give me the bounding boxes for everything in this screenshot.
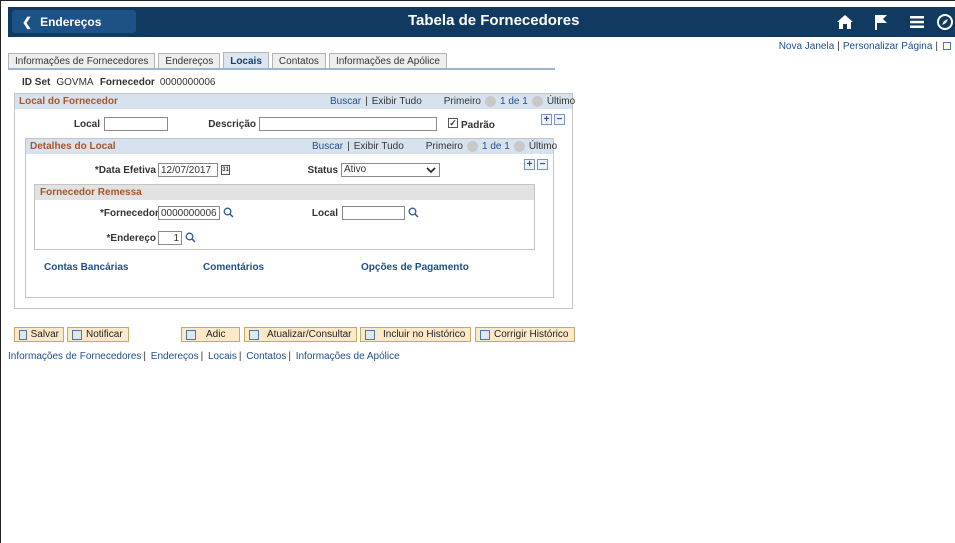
bottom-link-policy-info[interactable]: Informações de Apólice	[296, 351, 400, 362]
view-all-link[interactable]: Exibir Tudo	[372, 96, 422, 107]
tab-contacts[interactable]: Contatos	[271, 53, 326, 69]
vendor-location-nav: Buscar | Exibir Tudo Primeiro 1 de 1 Últ…	[330, 96, 576, 107]
tab-vendor-info[interactable]: Informações de Fornecedores	[8, 53, 156, 69]
prev-arrow-icon[interactable]	[485, 96, 496, 107]
grid-icon[interactable]	[943, 42, 951, 51]
next-arrow-icon[interactable]	[531, 96, 543, 107]
local-lookup-icon[interactable]	[408, 207, 419, 218]
personalize-page-link[interactable]: Personalizar Página	[843, 41, 933, 52]
tab-addresses[interactable]: Endereços	[158, 53, 221, 69]
tab-policy-info[interactable]: Informações de Apólice	[328, 53, 447, 69]
location-details-title: Detalhes do Local	[30, 141, 116, 152]
vendor-id-label: Fornecedor	[99, 77, 155, 88]
add-icon	[186, 329, 196, 340]
new-window-link[interactable]: Nova Janela	[779, 41, 835, 52]
save-icon	[19, 329, 27, 340]
local-input[interactable]	[104, 117, 168, 131]
default-label: Padrão	[461, 120, 495, 131]
chevron-left-icon: ❮	[22, 14, 33, 29]
chevron-down-icon	[426, 164, 436, 180]
bottom-link-locations[interactable]: Locais	[208, 351, 237, 362]
vendor-lookup-icon[interactable]	[223, 207, 234, 218]
description-label: Descrição	[208, 119, 256, 130]
bottom-link-addresses[interactable]: Endereços	[151, 351, 199, 362]
notify-button[interactable]: Notificar	[67, 327, 129, 342]
bottom-link-contacts[interactable]: Contatos	[246, 351, 286, 362]
id-set-line: ID Set GOVMA Fornecedor 0000000006	[22, 77, 215, 88]
add-button[interactable]: Adic	[181, 327, 240, 342]
remit-vendor-header: Fornecedor Remessa	[35, 185, 534, 200]
correct-history-button[interactable]: Corrigir Histórico	[475, 327, 575, 342]
first-label: Primeiro	[443, 96, 481, 107]
update-icon	[249, 329, 259, 340]
remove-row-icon[interactable]: −	[537, 159, 548, 170]
tab-locations[interactable]: Locais	[223, 52, 269, 69]
flag-icon[interactable]	[863, 11, 899, 33]
page-title: Tabela de Fornecedores	[408, 12, 580, 29]
remit-vendor-title: Fornecedor Remessa	[40, 187, 142, 198]
default-checkbox[interactable]: ✓	[448, 118, 458, 128]
remit-vendor-input[interactable]	[158, 206, 220, 220]
last-label: Último	[546, 96, 576, 107]
status-select[interactable]: Ativo	[341, 163, 440, 177]
last-label: Último	[528, 141, 558, 152]
top-banner: ❮ Endereços Tabela de Fornecedores	[8, 7, 955, 37]
bottom-link-vendor-info[interactable]: Informações de Fornecedores	[8, 351, 141, 362]
location-details-nav: Buscar | Exibir Tudo Primeiro 1 de 1 Últ…	[312, 141, 558, 152]
bank-accounts-link[interactable]: Contas Bancárias	[44, 262, 128, 273]
address-lookup-icon[interactable]	[185, 232, 196, 243]
effective-date-input[interactable]	[158, 163, 218, 177]
find-link[interactable]: Buscar	[330, 96, 361, 107]
include-history-button[interactable]: Incluir no Histórico	[360, 327, 471, 342]
home-icon[interactable]	[827, 11, 863, 33]
banner-icons	[827, 11, 955, 33]
remit-local-input[interactable]	[342, 206, 405, 220]
vendor-location-add-remove: + −	[541, 114, 565, 125]
id-set-label: ID Set	[22, 77, 51, 88]
add-row-icon[interactable]: +	[524, 159, 535, 170]
local-label: Local	[73, 119, 100, 130]
status-label: Status	[307, 165, 338, 176]
find-link[interactable]: Buscar	[312, 141, 343, 152]
correct-history-icon	[480, 329, 490, 340]
row-count: 1 de 1	[500, 96, 528, 107]
back-button-label: Endereços	[40, 14, 102, 29]
calendar-icon[interactable]: 31	[221, 165, 230, 175]
back-button[interactable]: ❮ Endereços	[12, 10, 136, 33]
menu-icon[interactable]	[899, 11, 935, 33]
bottom-links: Informações de Fornecedores | Endereços | …	[8, 351, 400, 362]
first-label: Primeiro	[425, 141, 463, 152]
save-button[interactable]: Salvar	[14, 327, 64, 342]
add-row-icon[interactable]: +	[541, 114, 552, 125]
page-tabs: Informações de Fornecedores Endereços Lo…	[8, 52, 450, 69]
remit-local-label: Local	[311, 208, 338, 219]
tab-underline	[8, 68, 555, 70]
vendor-id-value: 0000000006	[159, 77, 216, 88]
comments-link[interactable]: Comentários	[203, 262, 264, 273]
address-input[interactable]	[158, 231, 182, 245]
compass-icon[interactable]	[935, 11, 955, 33]
notify-icon	[72, 329, 82, 340]
payment-options-link[interactable]: Opções de Pagamento	[361, 262, 469, 273]
view-all-link[interactable]: Exibir Tudo	[354, 141, 404, 152]
next-arrow-icon[interactable]	[513, 141, 525, 152]
prev-arrow-icon[interactable]	[467, 141, 478, 152]
effective-date-label: *Data Efetiva	[94, 165, 156, 176]
address-label: *Endereço	[106, 233, 156, 244]
include-history-icon	[365, 329, 375, 340]
vendor-location-title: Local do Fornecedor	[19, 96, 118, 107]
top-links: Nova Janela | Personalizar Página |	[779, 41, 951, 52]
status-select-value: Ativo	[344, 164, 367, 175]
remit-vendor-label: *Fornecedor	[100, 208, 159, 219]
id-set-value: GOVMA	[56, 77, 94, 88]
remove-row-icon[interactable]: −	[554, 114, 565, 125]
row-count: 1 de 1	[482, 141, 510, 152]
location-details-add-remove: + −	[524, 159, 548, 170]
update-display-button[interactable]: Atualizar/Consultar	[244, 327, 357, 342]
description-input[interactable]	[259, 117, 437, 131]
